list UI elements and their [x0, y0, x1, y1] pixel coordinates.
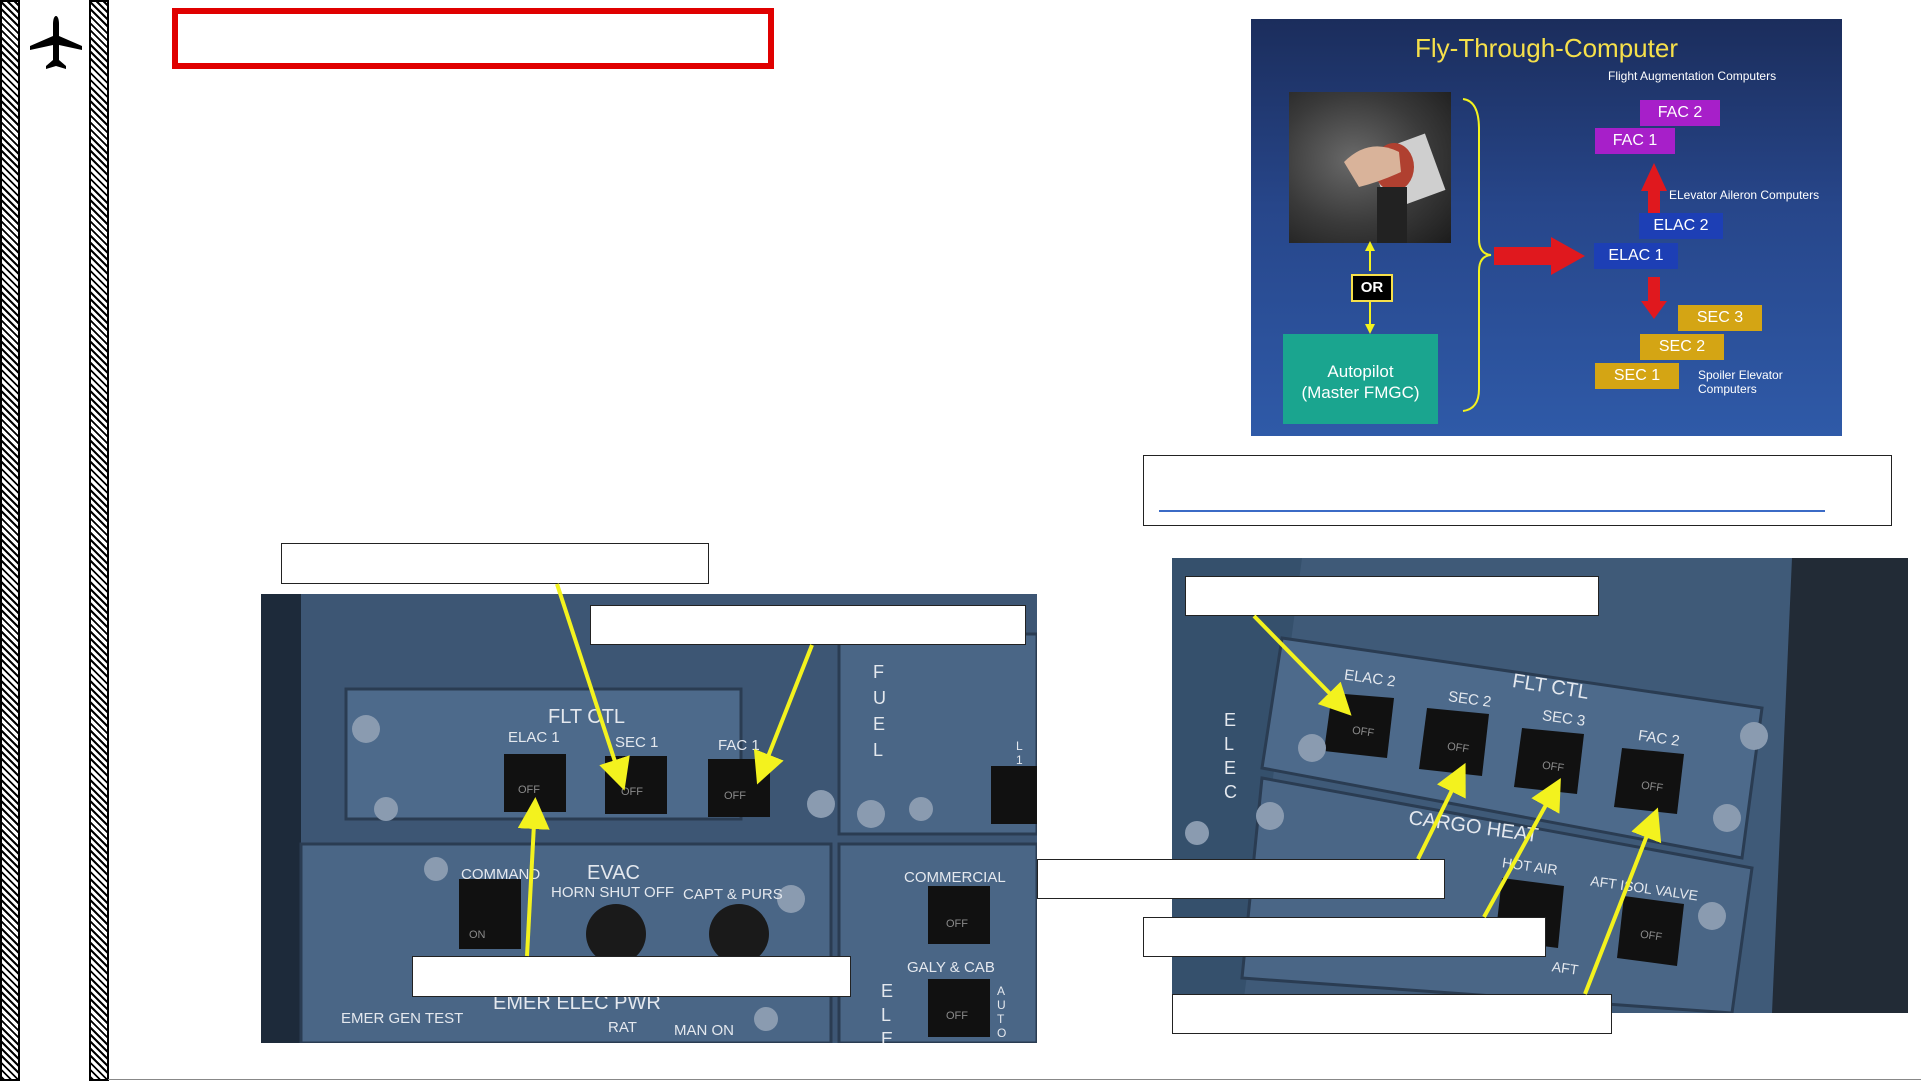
horn-shutoff-label: HORN SHUT OFF: [551, 884, 675, 901]
fac2-block: FAC 2: [1640, 100, 1720, 126]
sec1-off-light[interactable]: OFF: [621, 786, 643, 798]
callout-left-top: [281, 543, 709, 584]
airplane-icon: [30, 16, 82, 69]
fac1-block: FAC 1: [1595, 128, 1675, 154]
right-rail: [89, 0, 109, 1081]
evac-label: EVAC: [587, 862, 640, 884]
elac1-block: ELAC 1: [1594, 243, 1678, 269]
auto-label: AUTO: [997, 984, 1007, 1040]
elac2-block: ELAC 2: [1639, 213, 1723, 239]
title-box: [172, 8, 774, 69]
left-fac1-label: FAC 1: [718, 737, 760, 754]
sec1-block: SEC 1: [1595, 363, 1679, 389]
elec-side-label: E L E: [881, 981, 894, 1043]
autopilot-line1: Autopilot: [1327, 362, 1394, 381]
autopilot-line2: (Master FMGC): [1301, 383, 1420, 402]
callout-left-mid: [590, 605, 1026, 645]
left-sec1-label: SEC 1: [615, 734, 659, 751]
rail-gap: [20, 0, 89, 1081]
fuel-label: F U E L: [873, 662, 886, 760]
man-on-label: MAN ON: [674, 1022, 734, 1039]
diagram-caption-box: [1143, 455, 1892, 526]
sec2-block: SEC 2: [1640, 334, 1724, 360]
sec3-block: SEC 3: [1678, 305, 1762, 331]
autopilot-box: Autopilot (Master FMGC): [1283, 334, 1438, 424]
caption-underline: [1159, 510, 1825, 512]
elec-label: E L E C: [1224, 710, 1237, 802]
commercial-label: COMMERCIAL: [904, 869, 1006, 886]
galy-cab-label: GALY & CAB: [907, 959, 995, 976]
elac1-off-light[interactable]: OFF: [518, 784, 540, 796]
callout-right-bottom: [1172, 994, 1612, 1034]
emer-gen-test-label: EMER GEN TEST: [341, 1010, 464, 1027]
or-badge: OR: [1351, 274, 1393, 302]
callout-left-bottom: [412, 956, 851, 997]
fuel-l1-label: L 1: [1016, 739, 1023, 767]
fly-through-computer-diagram: Fly-Through-Computer Flight Augmentation…: [1251, 19, 1842, 436]
commercial-off-light[interactable]: OFF: [946, 918, 968, 930]
command-on-light[interactable]: ON: [469, 929, 486, 941]
callout-right-mid: [1037, 859, 1445, 899]
galy-off-light[interactable]: OFF: [946, 1010, 968, 1022]
callout-right-top: [1185, 576, 1599, 616]
fac1-off-light[interactable]: OFF: [724, 790, 746, 802]
capt-purs-label: CAPT & PURS: [683, 886, 783, 903]
bottom-rule: [108, 1079, 1921, 1080]
left-rail: [0, 0, 20, 1081]
rat-label: RAT: [608, 1019, 637, 1036]
left-elac1-label: ELAC 1: [508, 729, 560, 746]
callout-right-lower: [1143, 917, 1546, 957]
left-flt-ctl-label: FLT CTL: [548, 706, 626, 728]
command-label: COMMAND: [461, 866, 541, 883]
